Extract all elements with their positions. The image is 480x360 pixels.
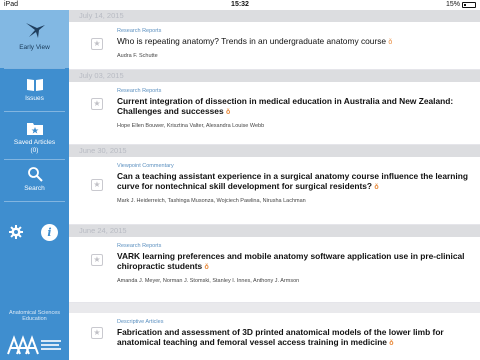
sidebar-item-label: Issues (25, 95, 44, 102)
sidebar-item-search[interactable]: Search (0, 159, 69, 201)
article-row[interactable]: ★ Research Reports Who is repeating anat… (69, 22, 480, 70)
article-title[interactable]: VARK learning preferences and mobile ana… (117, 251, 472, 273)
article-category: Research Reports (117, 243, 162, 249)
battery-icon (462, 2, 476, 8)
battery-percent: 15% (445, 1, 460, 8)
battery-indicator: 15% (446, 0, 476, 10)
save-star-icon[interactable]: ★ (91, 327, 103, 339)
article-title[interactable]: Current integration of dissection in med… (117, 96, 472, 118)
saved-folder-star-icon (26, 123, 43, 135)
article-authors: Amanda J. Meyer, Norman J. Stomski, Stan… (117, 278, 300, 284)
section-date-header: July 14, 2015 (69, 10, 480, 22)
article-authors: Hope Ellen Bouwer, Krisztina Valter, Ale… (117, 123, 265, 129)
article-category: Research Reports (117, 88, 162, 94)
section-date-header: June 24, 2015 (69, 225, 480, 237)
sidebar-item-label: Saved Articles (0) (13, 139, 56, 154)
gear-icon[interactable] (9, 225, 23, 239)
sidebar-item-label: Early View (19, 44, 50, 51)
open-access-icon: ǒ (388, 39, 393, 46)
sidebar-item-early-view[interactable]: Early View (0, 10, 69, 68)
article-list[interactable]: July 14, 2015 ★ Research Reports Who is … (69, 10, 480, 360)
save-star-icon[interactable]: ★ (91, 254, 103, 266)
sidebar-item-issues[interactable]: Issues (0, 68, 69, 111)
article-title[interactable]: Who is repeating anatomy? Trends in an u… (117, 36, 472, 48)
open-access-icon: ǒ (225, 109, 231, 116)
article-row[interactable]: ★ Viewpoint Commentary Can a teaching as… (69, 157, 480, 225)
article-title[interactable]: Fabrication and assessment of 3D printed… (117, 327, 472, 349)
article-row[interactable]: ★ Research Reports Current integration o… (69, 82, 480, 145)
section-date-header: June 30, 2015 (69, 145, 480, 157)
open-access-icon: ǒ (389, 340, 394, 347)
section-date-header: July 03, 2015 (69, 70, 480, 82)
open-access-icon: ǒ (204, 264, 209, 271)
journal-name: Anatomical Sciences Education (8, 310, 61, 322)
info-icon[interactable]: i (41, 224, 58, 241)
save-star-icon[interactable]: ★ (91, 98, 103, 110)
early-view-bird-icon (25, 23, 45, 38)
article-category: Descriptive Articles (117, 319, 164, 325)
article-title[interactable]: Can a teaching assistant experience in a… (117, 171, 472, 193)
book-icon (26, 79, 43, 91)
article-authors: Mark J. Heiderreich, Tashinga Musonza, W… (117, 198, 306, 204)
article-row[interactable]: ★ Research Reports VARK learning prefere… (69, 237, 480, 303)
search-icon (27, 167, 43, 182)
open-access-icon: ǒ (374, 184, 379, 191)
sidebar: Early View Issues Saved Articles (0) Sea… (0, 10, 69, 360)
article-row[interactable]: ★ Descriptive Articles Fabrication and a… (69, 313, 480, 360)
save-star-icon[interactable]: ★ (91, 38, 103, 50)
journal-logo (7, 335, 61, 355)
status-clock: 15:32 (231, 1, 249, 8)
status-bar: iPad 15:32 15% (0, 0, 480, 10)
article-category: Viewpoint Commentary (117, 163, 174, 169)
article-category: Research Reports (117, 28, 162, 34)
sidebar-item-saved-articles[interactable]: Saved Articles (0) (0, 111, 69, 159)
sidebar-item-label: Search (24, 185, 45, 192)
save-star-icon[interactable]: ★ (91, 179, 103, 191)
article-authors: Audra F. Schutte (117, 53, 158, 59)
